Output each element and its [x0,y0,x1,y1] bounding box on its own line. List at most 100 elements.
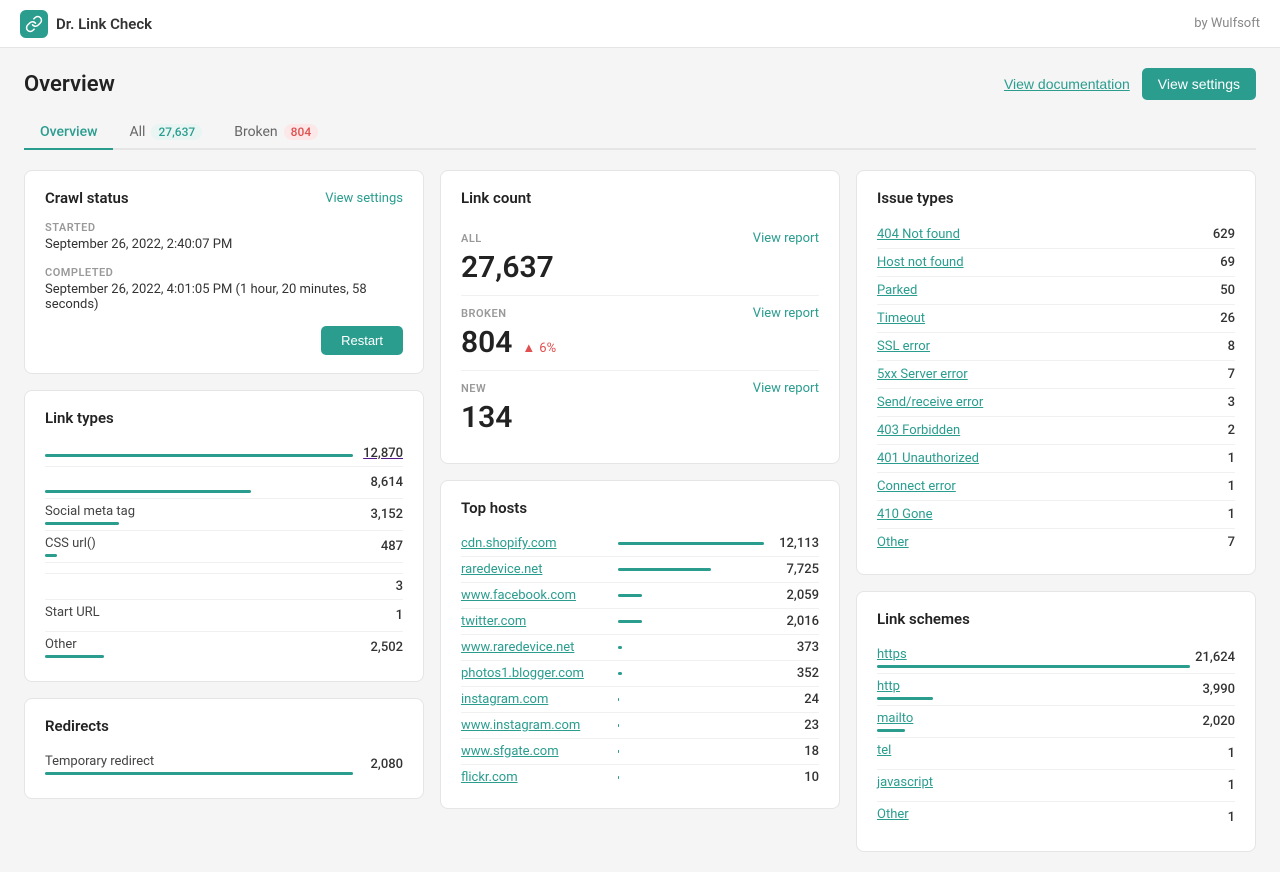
scheme-name[interactable]: javascript [877,775,933,790]
tab-broken[interactable]: Broken 804 [218,116,334,150]
host-name[interactable]: instagram.com [461,692,608,707]
page-actions: View documentation View settings [1004,68,1256,100]
link-type-row: Other 2,502 [45,632,403,663]
link-type-name: CSS url() [45,536,353,551]
host-count: 18 [774,744,819,759]
host-name[interactable]: twitter.com [461,614,608,629]
scheme-count: 3,990 [1190,682,1235,697]
host-bar [618,672,622,675]
issue-name[interactable]: 401 Unauthorized [877,451,1205,466]
issue-name[interactable]: SSL error [877,339,1205,354]
top-hosts-title: Top hosts [461,499,527,517]
link-type-name: Other [45,637,353,652]
link-type-row: </div> <div class="link-type-bar" data-n… [45,563,403,574]
link-types-card: Link types 12,870 8,614 Social meta tag … [24,390,424,682]
broken-arrow-icon: ▲ [522,340,535,356]
scheme-name[interactable]: mailto [877,711,913,726]
host-bar [618,594,643,597]
issue-row: Timeout 26 [877,305,1235,333]
page-title: Overview [24,72,115,97]
redirect-row: Temporary redirect 2,080 [45,749,403,780]
crawl-status-settings-link[interactable]: View settings [325,191,403,206]
scheme-count: 1 [1190,778,1235,793]
host-bar [618,620,643,623]
host-name[interactable]: photos1.blogger.com [461,666,608,681]
host-bar [618,568,712,571]
tab-all-badge: 27,637 [151,124,202,140]
host-name[interactable]: cdn.shopify.com [461,536,608,551]
view-documentation-button[interactable]: View documentation [1004,76,1130,92]
issue-name[interactable]: Send/receive error [877,395,1205,410]
host-count: 10 [774,770,819,785]
all-value: 27,637 [461,250,819,285]
new-view-report-link[interactable]: View report [753,381,819,396]
page-container: Overview View documentation View setting… [0,48,1280,872]
issue-row: Send/receive error 3 [877,389,1235,417]
issue-count: 50 [1205,283,1235,298]
link-type-row: 12,870 [45,441,403,467]
scheme-row: mailto 2,020 [877,706,1235,738]
link-schemes-list: https 21,624 http 3,990 mailto 2,020 tel… [877,642,1235,833]
link-schemes-header: Link schemes [877,610,1235,628]
scheme-row: tel 1 [877,738,1235,770]
host-row: photos1.blogger.com 352 [461,661,819,687]
issue-count: 69 [1205,255,1235,270]
host-name[interactable]: flickr.com [461,770,608,785]
issue-name[interactable]: 410 Gone [877,507,1205,522]
link-type-count: 487 [353,539,403,554]
completed-value: September 26, 2022, 4:01:05 PM (1 hour, … [45,282,403,312]
host-name[interactable]: www.sfgate.com [461,744,608,759]
issue-name[interactable]: 403 Forbidden [877,423,1205,438]
top-hosts-card: Top hosts cdn.shopify.com 12,113 raredev… [440,480,840,809]
scheme-name[interactable]: Other [877,807,909,822]
issue-name[interactable]: Parked [877,283,1205,298]
host-name[interactable]: www.instagram.com [461,718,608,733]
broken-pct-value: 6% [539,341,556,356]
issue-row: Connect error 1 [877,473,1235,501]
tab-overview-label: Overview [40,124,97,140]
link-type-row: CSS url() 487 [45,531,403,563]
link-count-all-section: ALL View report 27,637 [461,221,819,296]
tab-all-label: All [129,124,145,140]
link-type-bar [45,554,57,557]
scheme-name[interactable]: https [877,647,907,662]
host-row: instagram.com 24 [461,687,819,713]
scheme-name[interactable]: tel [877,743,891,758]
host-name[interactable]: raredevice.net [461,562,608,577]
scheme-name[interactable]: http [877,679,900,694]
right-column: Issue types 404 Not found 629 Host not f… [856,170,1256,852]
host-name[interactable]: www.raredevice.net [461,640,608,655]
issue-count: 2 [1205,423,1235,438]
issue-count: 26 [1205,311,1235,326]
link-type-count: 1 [353,608,403,623]
issue-name[interactable]: Timeout [877,311,1205,326]
restart-button[interactable]: Restart [321,326,403,355]
all-view-report-link[interactable]: View report [753,231,819,246]
link-types-title: Link types [45,409,114,427]
host-bar [618,646,622,649]
issue-name[interactable]: 404 Not found [877,227,1205,242]
tab-all[interactable]: All 27,637 [113,116,218,150]
tab-overview[interactable]: Overview [24,116,113,150]
issue-name[interactable]: Connect error [877,479,1205,494]
view-settings-button[interactable]: View settings [1142,68,1256,100]
host-count: 352 [774,666,819,681]
link-types-header: Link types [45,409,403,427]
link-count-header: Link count [461,189,819,207]
issue-name[interactable]: Host not found [877,255,1205,270]
issue-count: 7 [1205,367,1235,382]
issue-name[interactable]: Other [877,535,1205,550]
host-count: 24 [774,692,819,707]
host-name[interactable]: www.facebook.com [461,588,608,603]
host-row: raredevice.net 7,725 [461,557,819,583]
new-value: 134 [461,400,819,435]
host-row: www.raredevice.net 373 [461,635,819,661]
issue-row: 410 Gone 1 [877,501,1235,529]
issue-row: 401 Unauthorized 1 [877,445,1235,473]
issue-name[interactable]: 5xx Server error [877,367,1205,382]
broken-view-report-link[interactable]: View report [753,306,819,321]
scheme-count: 1 [1190,746,1235,761]
redirect-bar [45,772,353,775]
issue-types-list: 404 Not found 629 Host not found 69 Park… [877,221,1235,556]
host-count: 23 [774,718,819,733]
